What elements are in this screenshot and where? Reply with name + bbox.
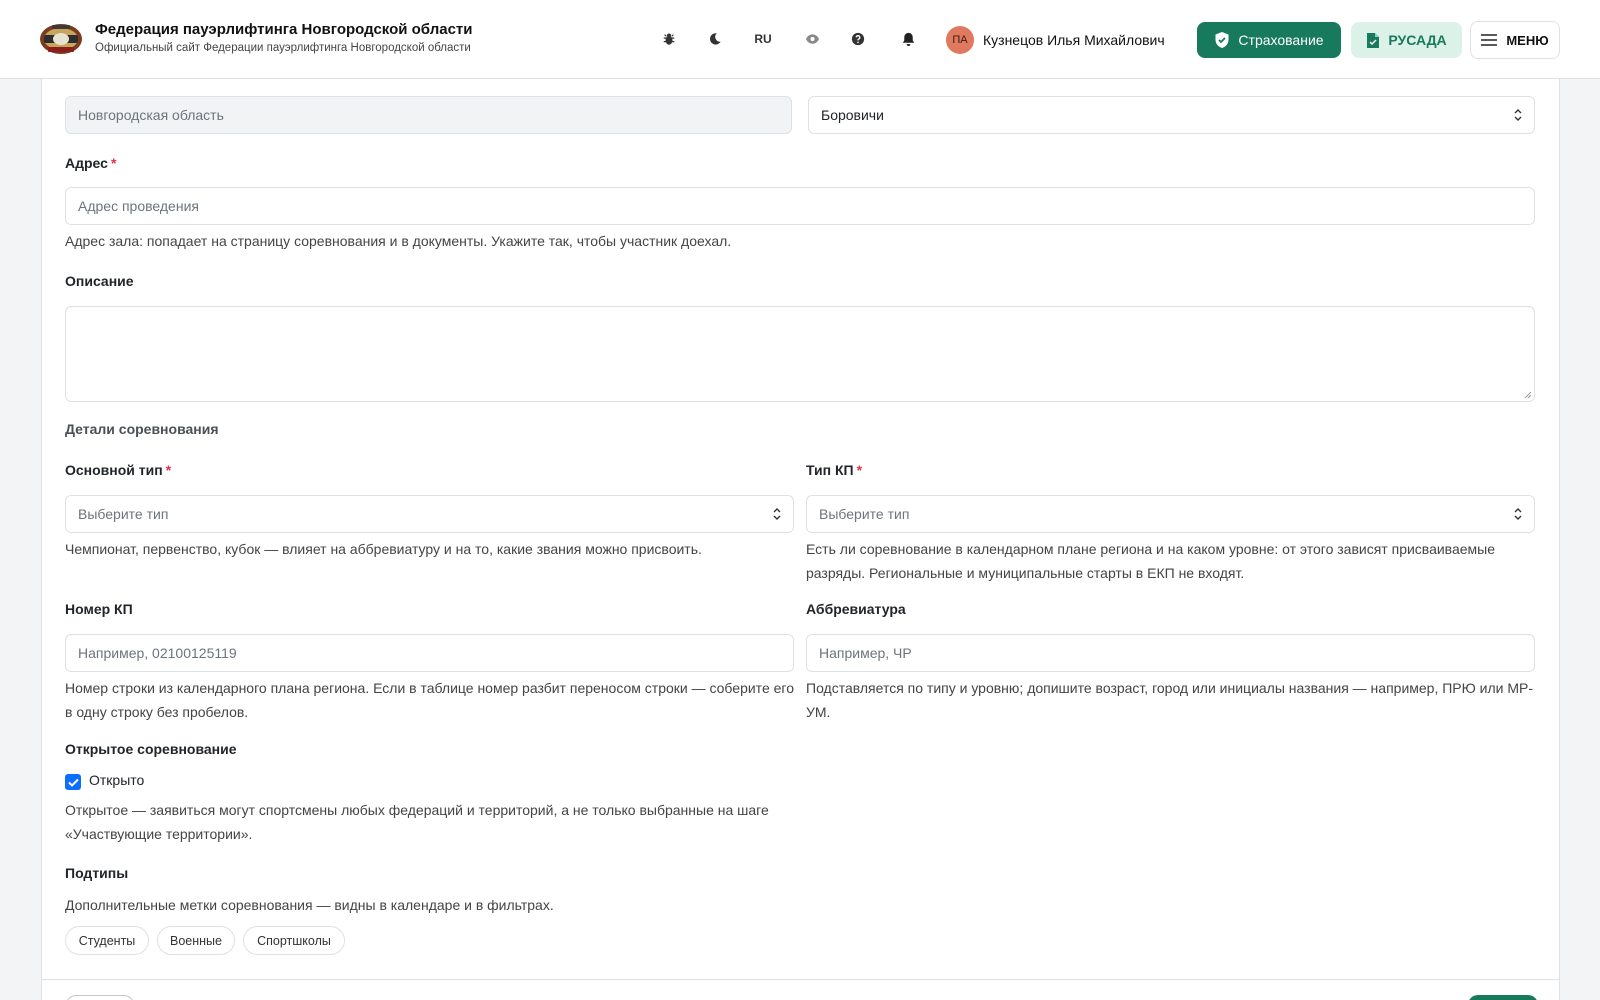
address-help: Адрес зала: попадает на страницу соревно…: [65, 233, 732, 249]
bell-icon[interactable]: [897, 28, 919, 50]
subtype-chip-sport-schools[interactable]: Спортшколы: [243, 926, 345, 955]
select-arrows-icon: [1514, 109, 1522, 121]
select-arrows-icon: [773, 508, 781, 520]
main-type-placeholder: Выберите тип: [78, 506, 169, 522]
org-title[interactable]: Федерация пауэрлифтинга Новгородской обл…: [95, 21, 472, 38]
card-footer-divider: [41, 979, 1560, 980]
address-label: Адрес *: [65, 155, 117, 171]
city-select-value: Боровичи: [821, 107, 884, 123]
abbreviation-help: Подставляется по типу и уровню; допишите…: [806, 680, 1534, 720]
footer-back-button[interactable]: [66, 995, 134, 1000]
address-input[interactable]: Адрес проведения: [65, 187, 1535, 225]
kp-number-placeholder: Например, 02100125119: [78, 645, 237, 661]
main-type-label: Основной тип *: [65, 462, 172, 478]
abbreviation-placeholder: Например, ЧР: [819, 645, 912, 661]
abbreviation-label: Аббревиатура: [806, 601, 906, 617]
kp-number-input[interactable]: Например, 02100125119: [65, 634, 794, 672]
hamburger-icon: [1481, 34, 1498, 46]
open-checkbox-label[interactable]: Открыто: [89, 772, 144, 788]
description-label: Описание: [65, 273, 134, 289]
document-icon: [1367, 32, 1380, 48]
insurance-button[interactable]: Страхование: [1197, 22, 1341, 58]
required-mark: *: [165, 462, 172, 478]
kp-type-help: Есть ли соревнование в календарном плане…: [806, 541, 1496, 581]
city-select[interactable]: Боровичи: [808, 96, 1535, 134]
abbreviation-input[interactable]: Например, ЧР: [806, 634, 1535, 672]
rusada-button[interactable]: РУСАДА: [1351, 22, 1462, 58]
subtype-chip-military[interactable]: Военные: [157, 926, 235, 955]
help-icon[interactable]: [847, 28, 869, 50]
main-type-help: Чемпионат, первенство, кубок — влияет на…: [65, 541, 702, 557]
kp-type-label: Тип КП *: [806, 462, 863, 478]
footer-next-button[interactable]: [1468, 995, 1538, 1000]
language-switcher[interactable]: RU: [752, 28, 774, 50]
open-help: Открытое — заявиться могут спортсмены лю…: [65, 802, 769, 842]
kp-type-select[interactable]: Выберите тип: [806, 495, 1535, 533]
moon-icon[interactable]: [704, 28, 726, 50]
rusada-label: РУСАДА: [1388, 32, 1447, 48]
kp-type-placeholder: Выберите тип: [819, 506, 910, 522]
subtype-chip-students[interactable]: Студенты: [65, 926, 149, 955]
required-mark: *: [110, 155, 117, 171]
kp-number-label: Номер КП: [65, 601, 133, 617]
kp-number-help: Номер строки из календарного плана регио…: [65, 680, 794, 720]
checkmark-icon: [67, 778, 79, 787]
region-field: Новгородская область: [65, 96, 792, 134]
subtypes-help: Дополнительные метки соревнования — видн…: [65, 897, 554, 913]
user-name[interactable]: Кузнецов Илья Михайлович: [983, 32, 1165, 48]
menu-button[interactable]: МЕНЮ: [1470, 21, 1560, 59]
required-mark: *: [856, 462, 863, 478]
resize-grip-icon[interactable]: [1524, 391, 1532, 399]
federation-logo[interactable]: [38, 20, 84, 58]
bug-icon[interactable]: [658, 28, 680, 50]
address-placeholder: Адрес проведения: [78, 198, 199, 214]
avatar[interactable]: ПА: [946, 26, 974, 54]
eye-icon[interactable]: [801, 28, 823, 50]
insurance-label: Страхование: [1238, 32, 1324, 48]
org-subtitle: Официальный сайт Федерации пауэрлифтинга…: [95, 42, 471, 54]
open-competition-label: Открытое соревнование: [65, 741, 237, 757]
open-checkbox[interactable]: [65, 774, 81, 790]
top-header: Федерация пауэрлифтинга Новгородской обл…: [0, 0, 1600, 79]
shield-check-icon: [1215, 32, 1229, 48]
details-section-title: Детали соревнования: [65, 421, 219, 437]
description-textarea[interactable]: [65, 306, 1535, 402]
select-arrows-icon: [1514, 508, 1522, 520]
main-type-select[interactable]: Выберите тип: [65, 495, 794, 533]
menu-label: МЕНЮ: [1506, 32, 1549, 48]
subtypes-label: Подтипы: [65, 865, 129, 881]
